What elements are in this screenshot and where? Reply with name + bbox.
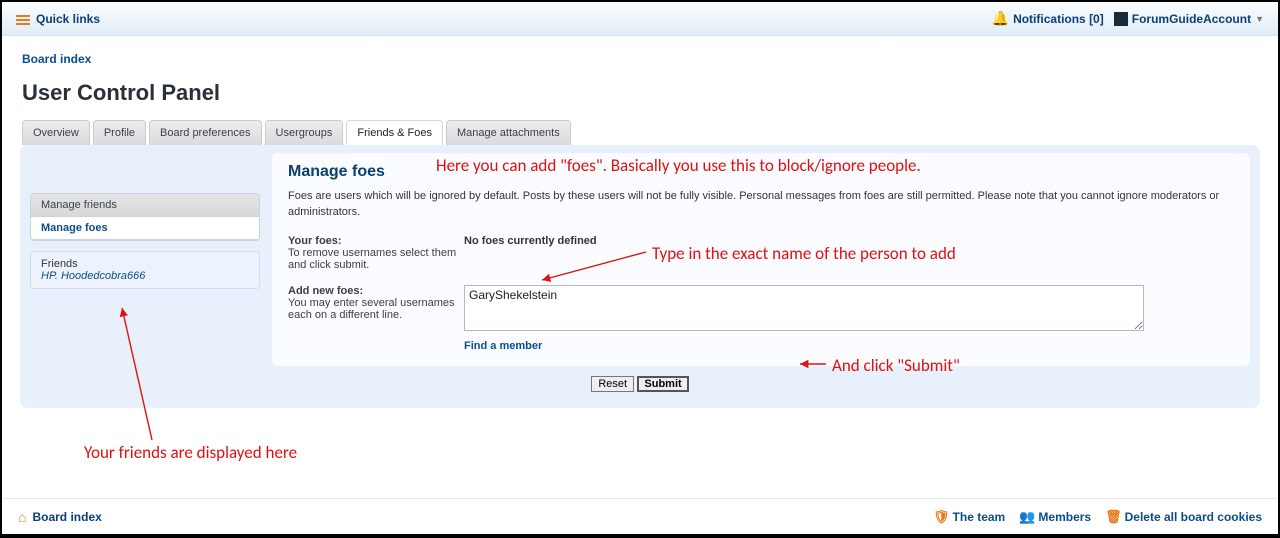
- tab-profile[interactable]: Profile: [93, 120, 146, 145]
- quick-links-menu[interactable]: Quick links: [16, 12, 100, 26]
- footer-team-label: The team: [953, 510, 1006, 524]
- submit-button[interactable]: [637, 376, 688, 392]
- footer-delete-cookies-label: Delete all board cookies: [1125, 510, 1262, 524]
- footer-members-link[interactable]: 👥Members: [1019, 509, 1091, 525]
- friends-box: Friends HP. Hoodedcobra666: [30, 251, 260, 289]
- form-buttons: [30, 376, 1250, 392]
- footer-team-link[interactable]: 🛡The team: [933, 509, 1005, 525]
- no-foes-text: No foes currently defined: [464, 235, 597, 247]
- notifications-label: Notifications [0]: [1013, 12, 1104, 26]
- caret-down-icon: ▼: [1255, 14, 1264, 24]
- friends-box-title: Friends: [41, 258, 249, 270]
- trash-icon: 🗑: [1105, 509, 1122, 525]
- side-menu: Manage friendsManage foes: [30, 193, 260, 241]
- top-navbar: Quick links 🔔 Notifications [0] ForumGui…: [2, 2, 1278, 36]
- footer-board-index[interactable]: ⌂ Board index: [18, 509, 102, 525]
- username-label: ForumGuideAccount: [1132, 12, 1251, 26]
- section-title: Manage foes: [288, 163, 1234, 181]
- footer-delete-cookies-link[interactable]: 🗑Delete all board cookies: [1105, 509, 1262, 525]
- sidebar-item-manage-foes[interactable]: Manage foes: [31, 217, 259, 240]
- notifications-link[interactable]: 🔔 Notifications [0]: [992, 10, 1104, 27]
- user-menu[interactable]: ForumGuideAccount ▼: [1114, 12, 1264, 26]
- add-new-foes-label: Add new foes:: [288, 285, 363, 297]
- quick-links-label: Quick links: [36, 12, 100, 26]
- main-content: Manage foes Foes are users which will be…: [272, 153, 1250, 366]
- find-member-link[interactable]: Find a member: [464, 340, 542, 352]
- shield-icon: 🛡: [933, 509, 950, 525]
- ucp-tabs: OverviewProfileBoard preferencesUsergrou…: [2, 120, 1278, 145]
- tab-usergroups[interactable]: Usergroups: [265, 120, 344, 145]
- your-foes-help: To remove usernames select them and clic…: [288, 247, 456, 271]
- tab-overview[interactable]: Overview: [22, 120, 90, 145]
- tab-friends-foes[interactable]: Friends & Foes: [346, 120, 443, 145]
- footer-board-index-label: Board index: [32, 510, 101, 524]
- section-description: Foes are users which will be ignored by …: [288, 189, 1234, 221]
- members-icon: 👥: [1019, 509, 1035, 525]
- breadcrumb: Board index: [2, 36, 1278, 70]
- ucp-panel: Manage friendsManage foes Friends HP. Ho…: [20, 145, 1260, 408]
- footer-members-label: Members: [1038, 510, 1091, 524]
- tab-board-preferences[interactable]: Board preferences: [149, 120, 262, 145]
- breadcrumb-board-index[interactable]: Board index: [22, 52, 91, 66]
- avatar: [1114, 12, 1128, 26]
- reset-button[interactable]: [591, 376, 634, 392]
- bell-icon: 🔔: [992, 10, 1009, 27]
- sidebar-item-manage-friends[interactable]: Manage friends: [31, 194, 259, 217]
- tab-manage-attachments[interactable]: Manage attachments: [446, 120, 571, 145]
- your-foes-label: Your foes:: [288, 235, 342, 247]
- friend-link[interactable]: HP. Hoodedcobra666: [41, 270, 145, 282]
- home-icon: ⌂: [18, 509, 26, 525]
- page-title: User Control Panel: [2, 70, 1278, 120]
- footer-bar: ⌂ Board index 🛡The team 👥Members 🗑Delete…: [2, 498, 1278, 534]
- annotation-friends: Your friends are displayed here: [84, 442, 297, 463]
- add-foes-textarea[interactable]: [464, 285, 1144, 331]
- hamburger-icon: [16, 13, 30, 25]
- add-new-foes-help: You may enter several usernames each on …: [288, 297, 455, 321]
